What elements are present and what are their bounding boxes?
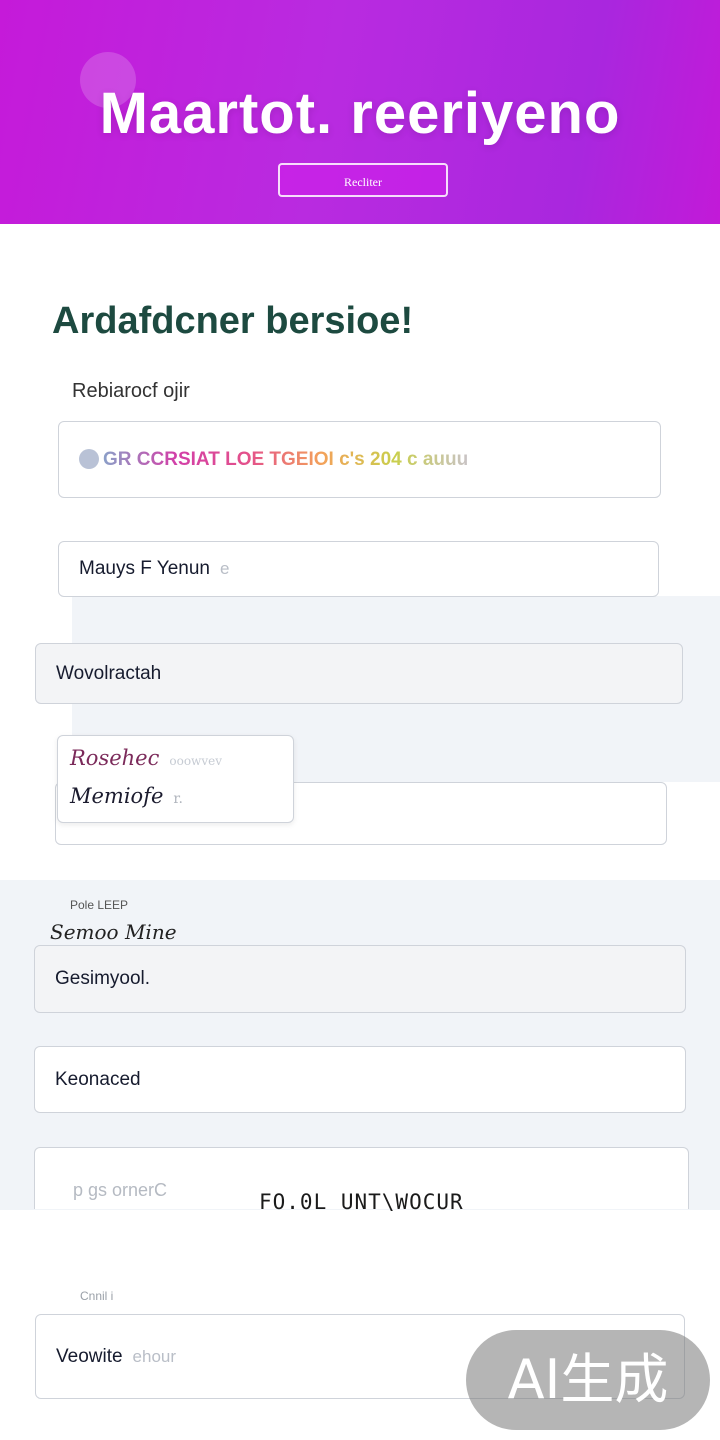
hero-title: Maartot. reeriyeno [99,81,621,146]
hero-button[interactable]: Recliter [278,163,448,197]
text-input[interactable]: Wovolractah [35,643,683,704]
text-input[interactable]: Gesimyool. [34,945,686,1013]
field-label: Semoo Mine [50,920,177,944]
popover-option[interactable]: Rosehec ooowvev [70,746,222,770]
field-value: Wovolractah [56,662,162,684]
popover-option[interactable]: Memiofe r. [70,784,183,808]
name-input[interactable]: Mauys F Yenun e [58,541,659,597]
field-value: Veowite ehour [56,1345,177,1367]
field-value: FO.0L UNT\WOCUR [259,1190,464,1214]
field-value: GR CCRSIAT LOE TGEIOI c's 204 c auuu [79,449,468,471]
autocomplete-popover[interactable]: Rosehec ooowvev Memiofe r. [57,735,294,823]
text-input[interactable]: Keonaced [34,1046,686,1113]
section-title: Ardafdcner bersioe! [52,300,414,342]
field-small-label: Pole LEEP [70,898,129,912]
field-value: Gesimyool. [55,968,151,989]
ai-generated-badge: AI生成 [466,1330,710,1430]
field-value: Keonaced [55,1068,141,1090]
field-value: Mauys F Yenun e [79,558,230,579]
field-label: Rebiarocf ojir [72,380,190,402]
hero-banner: Maartot. reeriyeno Recliter [0,0,720,224]
colorful-input[interactable]: GR CCRSIAT LOE TGEIOI c's 204 c auuu [58,421,661,498]
field-hint: p gs ornerC [73,1180,168,1200]
text-input[interactable]: p gs ornerC FO.0L UNT\WOCUR [34,1147,689,1214]
field-small-label: Cnnil i [80,1289,114,1303]
circle-icon [79,449,99,470]
